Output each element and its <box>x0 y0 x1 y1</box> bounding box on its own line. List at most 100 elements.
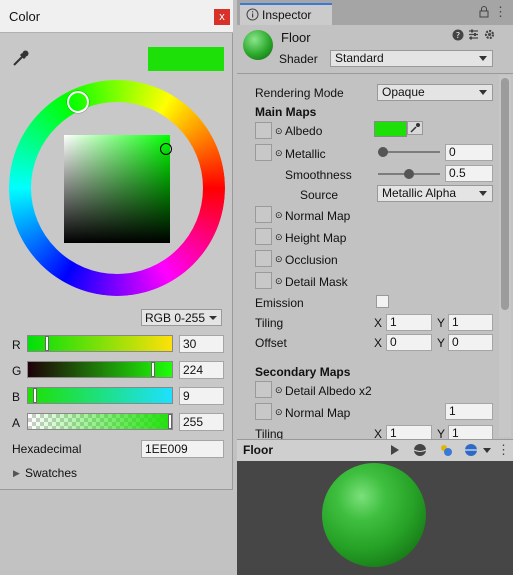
saturation-value-box[interactable] <box>64 135 170 243</box>
chevron-down-icon <box>479 191 487 196</box>
object-picker-icon[interactable]: ⊙ <box>275 276 283 287</box>
inspector-tab-label: Inspector <box>262 8 312 22</box>
hexadecimal-label: Hexadecimal <box>12 442 82 456</box>
detail-mask-label: Detail Mask <box>285 275 348 289</box>
smoothness-slider-knob[interactable] <box>404 169 414 179</box>
source-label: Source <box>300 188 339 202</box>
kebab-menu-icon[interactable]: ⋮ <box>494 4 507 20</box>
metallic-value-field[interactable]: 0 <box>445 144 493 161</box>
hex-input[interactable]: 1EE009 <box>141 440 224 458</box>
kebab-menu-icon[interactable]: ⋮ <box>497 442 510 458</box>
color-mode-value: RGB 0-255 <box>145 311 206 325</box>
secondary-tiling-x-field[interactable]: 1 <box>386 425 432 439</box>
object-picker-icon[interactable]: ⊙ <box>275 407 283 418</box>
r-slider[interactable] <box>27 335 173 352</box>
secondary-tiling-x-label: X <box>374 427 383 439</box>
g-slider[interactable] <box>27 361 173 378</box>
secondary-tiling-y-field[interactable]: 1 <box>448 425 493 439</box>
object-picker-icon[interactable]: ⊙ <box>275 148 283 159</box>
tiling-x-field[interactable]: 1 <box>386 314 432 331</box>
object-picker-icon[interactable]: ⊙ <box>275 126 283 137</box>
presets-icon[interactable] <box>467 28 480 44</box>
source-dropdown[interactable]: Metallic Alpha <box>377 185 493 202</box>
light-toggle-icon[interactable] <box>438 442 454 461</box>
normal-map-texture-slot[interactable] <box>255 206 272 223</box>
gear-icon[interactable] <box>483 28 496 44</box>
metallic-texture-slot[interactable] <box>255 144 272 161</box>
height-map-label: Height Map <box>285 231 347 245</box>
sv-cursor[interactable] <box>160 143 172 155</box>
chevron-down-icon[interactable] <box>483 448 491 453</box>
albedo-eyedropper-icon[interactable] <box>407 121 423 135</box>
r-value-field[interactable]: 30 <box>179 335 224 353</box>
eyedropper-icon[interactable] <box>11 48 31 68</box>
secondary-maps-header: Secondary Maps <box>255 365 351 379</box>
g-value-field[interactable]: 224 <box>179 361 224 379</box>
rendering-mode-dropdown[interactable]: Opaque <box>377 84 493 101</box>
header-divider <box>237 73 513 74</box>
chevron-down-icon <box>479 90 487 95</box>
offset-y-field[interactable]: 0 <box>448 334 493 351</box>
play-icon[interactable] <box>390 444 400 459</box>
help-icon[interactable]: ? <box>452 29 464 44</box>
color-preview-swatch <box>148 47 224 71</box>
offset-x-field[interactable]: 0 <box>386 334 432 351</box>
preview-settings-icon[interactable] <box>464 443 478 460</box>
a-slider-thumb[interactable] <box>168 414 172 429</box>
occlusion-texture-slot[interactable] <box>255 250 272 267</box>
occlusion-label: Occlusion <box>285 253 338 267</box>
info-icon <box>246 8 259 24</box>
shader-dropdown[interactable]: Standard <box>330 50 493 67</box>
albedo-color-field[interactable] <box>374 121 407 137</box>
offset-x-label: X <box>374 336 383 350</box>
object-picker-icon[interactable]: ⊙ <box>275 210 283 221</box>
height-map-texture-slot[interactable] <box>255 228 272 245</box>
material-thumbnail <box>243 30 273 60</box>
a-slider[interactable] <box>27 413 173 430</box>
object-name: Floor <box>281 30 311 45</box>
emission-label: Emission <box>255 296 304 310</box>
secondary-normal-texture-slot[interactable] <box>255 403 272 420</box>
metallic-label: Metallic <box>285 147 326 161</box>
tiling-label: Tiling <box>255 316 284 330</box>
smoothness-value-field[interactable]: 0.5 <box>445 165 493 182</box>
swatches-foldout[interactable]: Swatches <box>25 466 77 480</box>
object-picker-icon[interactable]: ⊙ <box>275 232 283 243</box>
lock-icon[interactable] <box>479 6 489 21</box>
shader-value: Standard <box>335 51 384 65</box>
a-value-field[interactable]: 255 <box>179 413 224 431</box>
b-slider[interactable] <box>27 387 173 404</box>
tiling-x-label: X <box>374 316 383 330</box>
main-maps-header: Main Maps <box>255 105 317 119</box>
secondary-tiling-row: Tiling X 1 Y 1 <box>237 423 499 439</box>
emission-checkbox[interactable] <box>376 295 389 308</box>
tiling-y-field[interactable]: 1 <box>448 314 493 331</box>
channel-label-a: A <box>12 416 21 430</box>
object-picker-icon[interactable]: ⊙ <box>275 385 283 396</box>
detail-mask-texture-slot[interactable] <box>255 272 272 289</box>
rendering-mode-value: Opaque <box>382 85 425 99</box>
metallic-slider-knob[interactable] <box>378 147 388 157</box>
smoothness-slider[interactable] <box>378 169 440 179</box>
albedo-texture-slot[interactable] <box>255 122 272 139</box>
color-mode-dropdown[interactable]: RGB 0-255 <box>141 309 222 326</box>
tiling-y-label: Y <box>437 316 446 330</box>
tab-inspector[interactable]: Inspector <box>240 3 332 25</box>
detail-albedo-texture-slot[interactable] <box>255 381 272 398</box>
metallic-slider[interactable] <box>378 147 440 157</box>
shader-label: Shader <box>279 52 318 66</box>
secondary-normal-scale-field[interactable]: 1 <box>445 403 493 420</box>
hue-cursor[interactable] <box>67 91 89 113</box>
normal-map-label: Normal Map <box>285 209 351 223</box>
chevron-down-icon <box>479 56 487 61</box>
b-slider-thumb[interactable] <box>33 388 37 403</box>
object-picker-icon[interactable]: ⊙ <box>275 254 283 265</box>
g-slider-thumb[interactable] <box>151 362 155 377</box>
preview-shape-sphere-icon[interactable] <box>413 443 427 460</box>
secondary-tiling-label: Tiling <box>255 427 284 439</box>
inspector-scrollbar-thumb[interactable] <box>501 78 509 310</box>
triangle-right-icon[interactable]: ▶ <box>13 468 20 479</box>
r-slider-thumb[interactable] <box>45 336 49 351</box>
close-button[interactable]: x <box>214 9 230 25</box>
b-value-field[interactable]: 9 <box>179 387 224 405</box>
